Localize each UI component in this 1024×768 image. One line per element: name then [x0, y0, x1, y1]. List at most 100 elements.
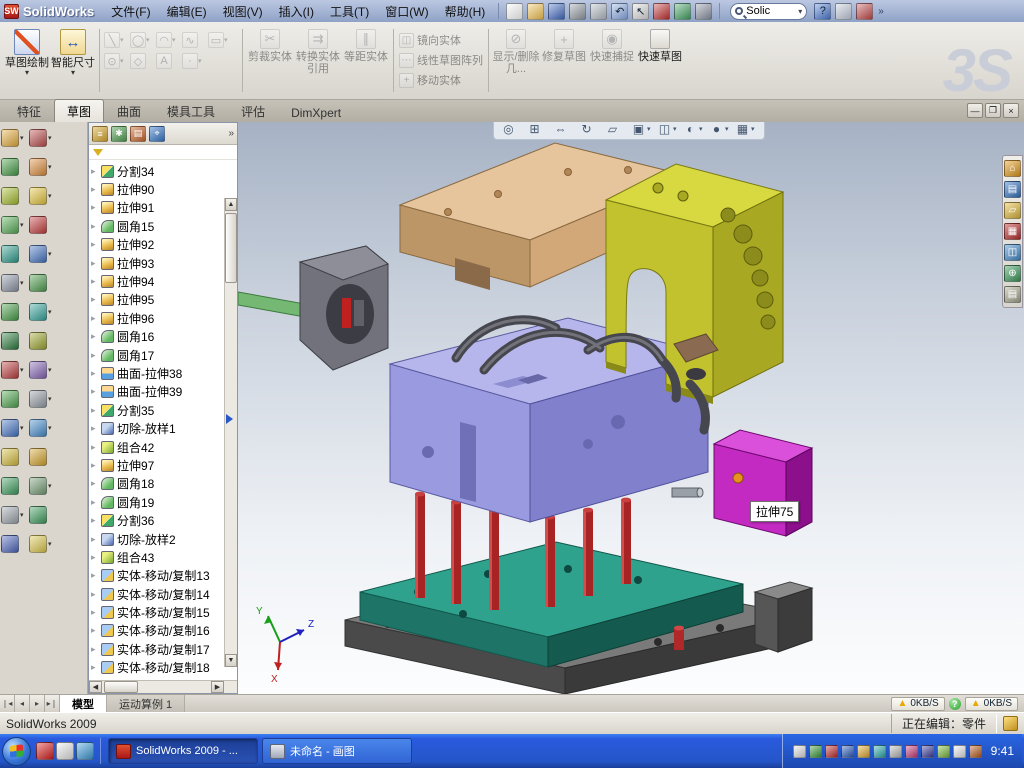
chevron-down-icon[interactable]: ▾	[224, 36, 231, 44]
tree-item[interactable]: 拉伸97	[91, 456, 223, 474]
task-pane-tab-icon[interactable]: ▦	[1004, 223, 1021, 240]
task-pane-tab-icon[interactable]: ⊕	[1004, 265, 1021, 282]
tree-item[interactable]: 切除-放样1	[91, 419, 223, 437]
command-tab[interactable]: 模具工具	[154, 99, 228, 122]
toolbar-icon-button[interactable]: ▾	[1, 244, 28, 264]
tree-item[interactable]: 圆角15	[91, 217, 223, 235]
tree-item[interactable]: 实体-移动/复制17	[91, 640, 223, 658]
tray-icon[interactable]	[873, 745, 886, 758]
tree-item[interactable]: 切除-放样2	[91, 530, 223, 548]
tree-item[interactable]: 圆角17	[91, 346, 223, 364]
tree-vertical-scrollbar[interactable]: ▲ ▼	[224, 198, 237, 667]
expand-arrow-icon[interactable]	[91, 331, 101, 342]
menu-item[interactable]: 视图(V)	[216, 1, 270, 22]
expand-arrow-icon[interactable]	[91, 405, 101, 416]
expand-arrow-icon[interactable]	[91, 552, 101, 563]
expand-arrow-icon[interactable]	[91, 589, 101, 600]
toolbar-icon-button[interactable]: ▾	[29, 505, 56, 525]
part-guide-pin[interactable]	[672, 488, 703, 497]
sketch-tool-button[interactable]: ◯ ▾	[129, 30, 154, 50]
expand-arrow-icon[interactable]	[91, 184, 101, 195]
expand-arrow-icon[interactable]	[91, 534, 101, 545]
taskbar-task-button[interactable]: 未命名 - 画图	[262, 738, 412, 764]
toolbar-icon-button[interactable]: ▾	[1, 273, 28, 293]
tree-item[interactable]: 曲面-拉伸39	[91, 383, 223, 401]
sketch-tool-button[interactable]: · ▾	[181, 51, 206, 71]
toolbar-icon-button[interactable]: ▾	[29, 476, 56, 496]
toolbar-overflow-icon[interactable]: »	[878, 6, 884, 17]
sketch-tool-button[interactable]: A ▾	[155, 51, 180, 71]
expand-arrow-icon[interactable]	[91, 625, 101, 636]
tray-icon[interactable]	[969, 745, 982, 758]
task-pane-tab-icon[interactable]: ▱	[1004, 202, 1021, 219]
manager-tab-icon[interactable]: ✱	[111, 126, 127, 142]
expand-arrow-icon[interactable]	[91, 239, 101, 250]
chevron-down-icon[interactable]: ▾	[71, 69, 75, 76]
toolbar-icon[interactable]	[569, 3, 586, 20]
tree-item[interactable]: 实体-移动/复制15	[91, 603, 223, 621]
expand-arrow-icon[interactable]	[91, 662, 101, 673]
toolbar-icon[interactable]: ?	[814, 3, 831, 20]
toolbar-icon[interactable]	[527, 3, 544, 20]
sketch-tool-button[interactable]: ∿ ▾	[181, 30, 206, 50]
scrollbar-thumb[interactable]	[104, 681, 138, 693]
tray-icon[interactable]	[793, 745, 806, 758]
toolbar-icon-button[interactable]: ▾	[29, 418, 56, 438]
toolbar-icon-button[interactable]: ▾	[1, 302, 28, 322]
scroll-up-button[interactable]: ▲	[225, 198, 237, 211]
quicklaunch-icon[interactable]	[56, 742, 74, 760]
tree-item[interactable]: 拉伸90	[91, 180, 223, 198]
rollback-marker[interactable]	[226, 414, 233, 424]
toolbar-icon-button[interactable]: ▾	[1, 476, 28, 496]
toolbar-icon-button[interactable]: ▾	[29, 157, 56, 177]
chevron-down-icon[interactable]: ▾	[20, 424, 28, 432]
toolbar-icon-button[interactable]: ▾	[1, 505, 28, 525]
part-rail-block[interactable]	[755, 582, 812, 652]
tray-icon[interactable]	[857, 745, 870, 758]
tray-icon[interactable]	[841, 745, 854, 758]
expand-arrow-icon[interactable]	[91, 368, 101, 379]
tray-icon[interactable]	[921, 745, 934, 758]
chevron-down-icon[interactable]: ▾	[673, 125, 680, 133]
chevron-down-icon[interactable]: ▾	[48, 540, 56, 548]
manager-tab-icon[interactable]: ▤	[130, 126, 146, 142]
tab-nav-button[interactable]: ▸	[30, 695, 45, 712]
toolbar-icon-button[interactable]: ▾	[1, 186, 28, 206]
tab-nav-button[interactable]: ▸❘	[45, 695, 60, 712]
search-box[interactable]: ▾	[730, 3, 807, 20]
tree-horizontal-scrollbar[interactable]: ◀ ▶	[89, 680, 237, 693]
chevron-down-icon[interactable]: ▾	[198, 57, 205, 65]
taskbar-task-button[interactable]: SolidWorks 2009 - ...	[108, 738, 258, 764]
ribbon-button[interactable]: ◫ 镜向实体	[399, 32, 483, 50]
view-tool-button[interactable]: ▱ ▾	[604, 122, 628, 137]
chevron-down-icon[interactable]: ▾	[20, 511, 28, 519]
toolbar-icon-button[interactable]: ▾	[29, 302, 56, 322]
expand-arrow-icon[interactable]	[91, 423, 101, 434]
window-control-button[interactable]: —	[967, 103, 983, 118]
toolbar-icon-button[interactable]: ▾	[1, 534, 28, 554]
ribbon-button[interactable]: + 修复草图	[540, 25, 588, 96]
expand-arrow-icon[interactable]	[91, 460, 101, 471]
sketch-tool-button[interactable]: ◠ ▾	[155, 30, 180, 50]
task-pane-tab-icon[interactable]: ◫	[1004, 244, 1021, 261]
tab-nav-button[interactable]: ❘◂	[0, 695, 15, 712]
toolbar-icon-button[interactable]: ▾	[1, 128, 28, 148]
tree-item[interactable]: 圆角18	[91, 475, 223, 493]
chevron-down-icon[interactable]: ▾	[647, 125, 654, 133]
expand-arrow-icon[interactable]	[91, 166, 101, 177]
toolbar-icon-button[interactable]: ▾	[29, 360, 56, 380]
command-tab[interactable]: 评估	[228, 99, 278, 122]
header-overflow-icon[interactable]: »	[228, 128, 234, 139]
toolbar-icon-button[interactable]: ▾	[1, 215, 28, 235]
search-dropdown-icon[interactable]: ▾	[798, 7, 802, 16]
expand-arrow-icon[interactable]	[91, 644, 101, 655]
tray-icon[interactable]	[953, 745, 966, 758]
tree-item[interactable]: 分割35	[91, 401, 223, 419]
tree-item[interactable]: 拉伸95	[91, 291, 223, 309]
expand-arrow-icon[interactable]	[91, 478, 101, 489]
command-tab[interactable]: 特征	[4, 99, 54, 122]
view-tool-button[interactable]: ⇔ ▾	[552, 122, 576, 137]
expand-arrow-icon[interactable]	[91, 202, 101, 213]
sketch-tool-button[interactable]: ▭ ▾	[207, 30, 232, 50]
expand-arrow-icon[interactable]	[91, 386, 101, 397]
